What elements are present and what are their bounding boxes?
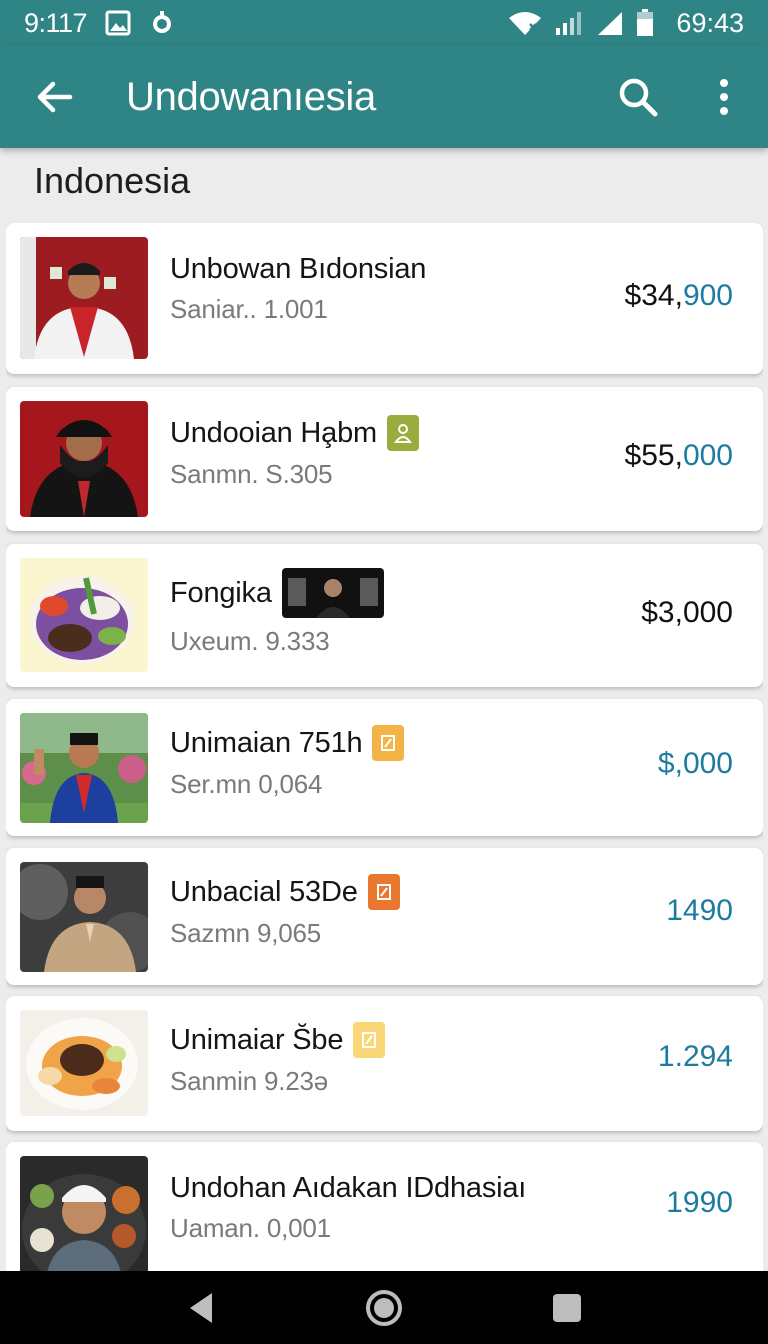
image-icon bbox=[105, 10, 131, 36]
item-title: Undohan Aıdakan IDdhasiaı bbox=[170, 1172, 527, 1204]
status-system-icons: 69:43 bbox=[508, 8, 744, 39]
list-item[interactable]: Fongika Uxeum. 9.333 $3,000 bbox=[6, 544, 763, 687]
nav-recents-button[interactable] bbox=[537, 1278, 597, 1338]
item-title: Unbacial 53De bbox=[170, 875, 358, 908]
price-main: $34, bbox=[624, 279, 683, 312]
price-accent: 900 bbox=[682, 279, 733, 312]
item-thumbnail bbox=[20, 401, 148, 517]
item-title: Unbowan Bıdonsian bbox=[170, 253, 427, 285]
item-price: 1990 bbox=[666, 1186, 733, 1220]
status-time: 9:117 bbox=[24, 7, 88, 38]
nav-back-icon bbox=[190, 1292, 213, 1323]
item-text: Unimaiar S̆be Sanmin 9.23ə bbox=[170, 1022, 563, 1097]
tag-badge-icon bbox=[367, 874, 400, 910]
item-thumbnail bbox=[20, 1010, 148, 1116]
item-subtitle: Ser.mn 0,064 bbox=[170, 769, 323, 799]
list-item[interactable]: Unbowan Bıdonsian Saniar.. 1.001 $34,900 bbox=[6, 223, 763, 374]
battery-icon bbox=[637, 9, 654, 36]
price-accent: 000 bbox=[682, 439, 733, 472]
price-main: $3,000 bbox=[641, 596, 733, 629]
nav-back-button[interactable] bbox=[171, 1278, 231, 1338]
app-bar: Undowanıesia bbox=[0, 46, 768, 148]
item-text: Undooian Ha̧bm Sanmn. S.305 bbox=[170, 415, 563, 490]
status-clock: 69:43 bbox=[676, 7, 744, 38]
item-title: Fongika bbox=[170, 576, 272, 609]
nav-recents-icon bbox=[552, 1293, 581, 1322]
photo-badge bbox=[281, 568, 384, 618]
price-accent: 1.294 bbox=[657, 1040, 733, 1073]
list-item[interactable]: Unimaiar S̆be Sanmin 9.23ə 1.294 bbox=[6, 996, 763, 1131]
nav-home-button[interactable] bbox=[354, 1278, 414, 1338]
list-item[interactable]: Undohan Aıdakan IDdhasiaı Uaman. 0,001 1… bbox=[6, 1142, 763, 1271]
more-options-button[interactable] bbox=[694, 67, 754, 127]
item-subtitle: Sanmin 9.23ə bbox=[170, 1066, 329, 1096]
item-price: 1.294 bbox=[658, 1040, 733, 1074]
wifi-icon bbox=[509, 12, 542, 35]
item-thumbnail bbox=[20, 1156, 148, 1271]
tag-badge-icon bbox=[353, 1022, 386, 1058]
item-price: 1490 bbox=[666, 894, 733, 928]
item-title: Unimaiar S̆be bbox=[170, 1023, 344, 1056]
item-subtitle: Uxeum. 9.333 bbox=[170, 626, 330, 656]
item-price: $3,000 bbox=[641, 596, 733, 630]
item-text: Fongika Uxeum. 9.333 bbox=[170, 568, 563, 657]
item-text: Undohan Aıdakan IDdhasiaı Uaman. 0,001 bbox=[170, 1172, 613, 1244]
item-price: $34,900 bbox=[625, 279, 733, 313]
list-item[interactable]: Unbacial 53De Sazmn 9,065 1490 bbox=[6, 848, 763, 985]
status-notification-icons bbox=[105, 10, 175, 36]
price-accent: 1990 bbox=[666, 1186, 733, 1219]
item-subtitle: Sanmn. S.305 bbox=[170, 459, 333, 489]
signal-icon bbox=[598, 12, 623, 35]
item-text: Unbacial 53De Sazmn 9,065 bbox=[170, 874, 563, 949]
search-button[interactable] bbox=[608, 67, 668, 127]
alarm-icon bbox=[153, 11, 172, 33]
item-thumbnail bbox=[20, 862, 148, 972]
item-subtitle: Saniar.. 1.001 bbox=[170, 294, 328, 324]
item-price: $,000 bbox=[658, 747, 733, 781]
item-subtitle: Sazmn 9,065 bbox=[170, 918, 322, 948]
nav-home-icon bbox=[365, 1289, 402, 1326]
tag-badge-icon bbox=[372, 725, 405, 761]
price-accent: 1490 bbox=[666, 894, 733, 927]
system-nav-bar bbox=[0, 1271, 768, 1344]
person-badge-icon bbox=[386, 415, 419, 451]
item-thumbnail bbox=[20, 237, 148, 359]
price-main: $55, bbox=[624, 439, 683, 472]
item-text: Unbowan Bıdonsian Saniar.. 1.001 bbox=[170, 253, 563, 325]
item-subtitle: Uaman. 0,001 bbox=[170, 1213, 331, 1243]
section-header: Indonesia bbox=[34, 160, 191, 201]
arrow-back-icon bbox=[37, 81, 73, 113]
signal-icon bbox=[556, 12, 582, 35]
item-thumbnail bbox=[20, 713, 148, 823]
list-item[interactable]: Undooian Ha̧bm Sanmn. S.305 $55,000 bbox=[6, 387, 763, 531]
item-title: Unimaian 751h bbox=[170, 726, 363, 759]
status-bar: 9:117 69:43 bbox=[0, 0, 768, 46]
price-accent: $,000 bbox=[657, 747, 733, 780]
back-button[interactable] bbox=[24, 67, 84, 127]
photo-badge-image bbox=[281, 568, 384, 618]
item-price: $55,000 bbox=[625, 439, 733, 473]
more-vert-icon bbox=[720, 79, 728, 115]
item-list[interactable]: Unbowan Bıdonsian Saniar.. 1.001 $34,900… bbox=[6, 223, 763, 1271]
item-thumbnail bbox=[20, 558, 148, 672]
item-text: Unimaian 751h Ser.mn 0,064 bbox=[170, 725, 563, 800]
app-title: Undowanıesia bbox=[126, 74, 376, 119]
list-item[interactable]: Unimaian 751h Ser.mn 0,064 $,000 bbox=[6, 699, 763, 836]
search-icon bbox=[619, 78, 658, 117]
item-title: Undooian Ha̧bm bbox=[170, 416, 377, 449]
